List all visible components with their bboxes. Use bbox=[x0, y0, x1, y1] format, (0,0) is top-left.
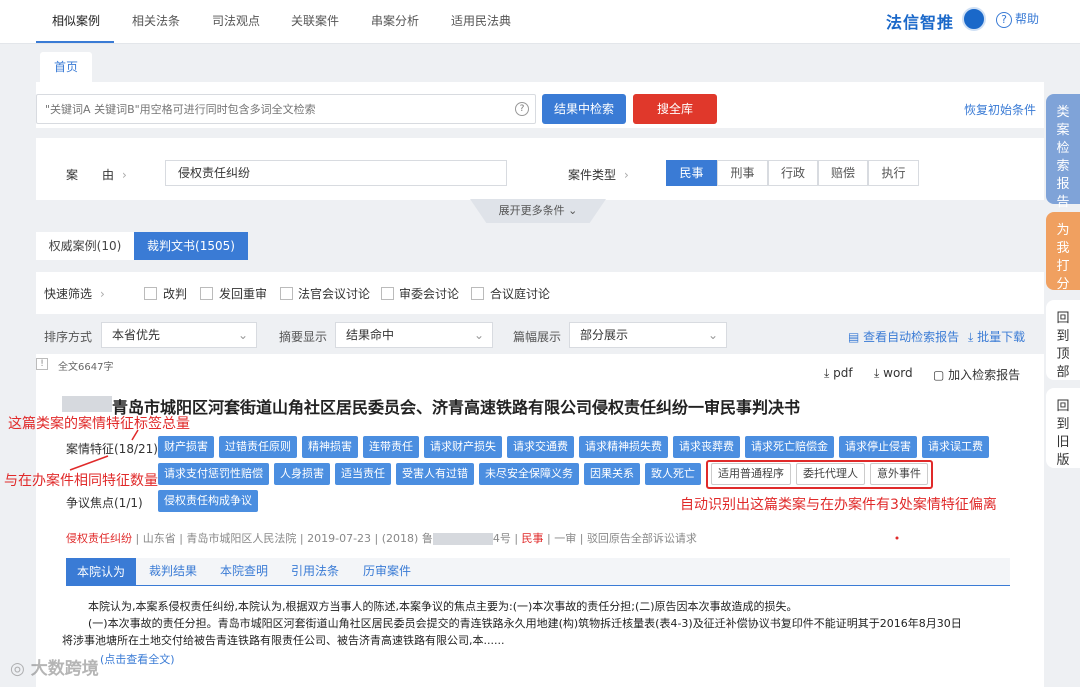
watermark: ◎ 大数跨境 bbox=[10, 654, 99, 679]
watermark-icon: ◎ bbox=[10, 659, 31, 679]
side-top-button[interactable]: 回到顶部 bbox=[1046, 300, 1080, 380]
side-rate-label: 为我打分 bbox=[1056, 223, 1070, 292]
side-top-label: 回到顶部 bbox=[1056, 311, 1070, 380]
side-rate-button[interactable]: 为我打分 bbox=[1046, 212, 1080, 292]
side-old-version-button[interactable]: 回到旧版 bbox=[1046, 388, 1080, 468]
watermark-text: 大数跨境 bbox=[30, 659, 99, 679]
side-report-button[interactable]: 类案检索报告 bbox=[1046, 94, 1080, 210]
side-report-label: 类案检索报告 bbox=[1056, 105, 1070, 210]
annotation-arrows bbox=[69, 429, 899, 540]
side-old-version-label: 回到旧版 bbox=[1056, 399, 1070, 468]
